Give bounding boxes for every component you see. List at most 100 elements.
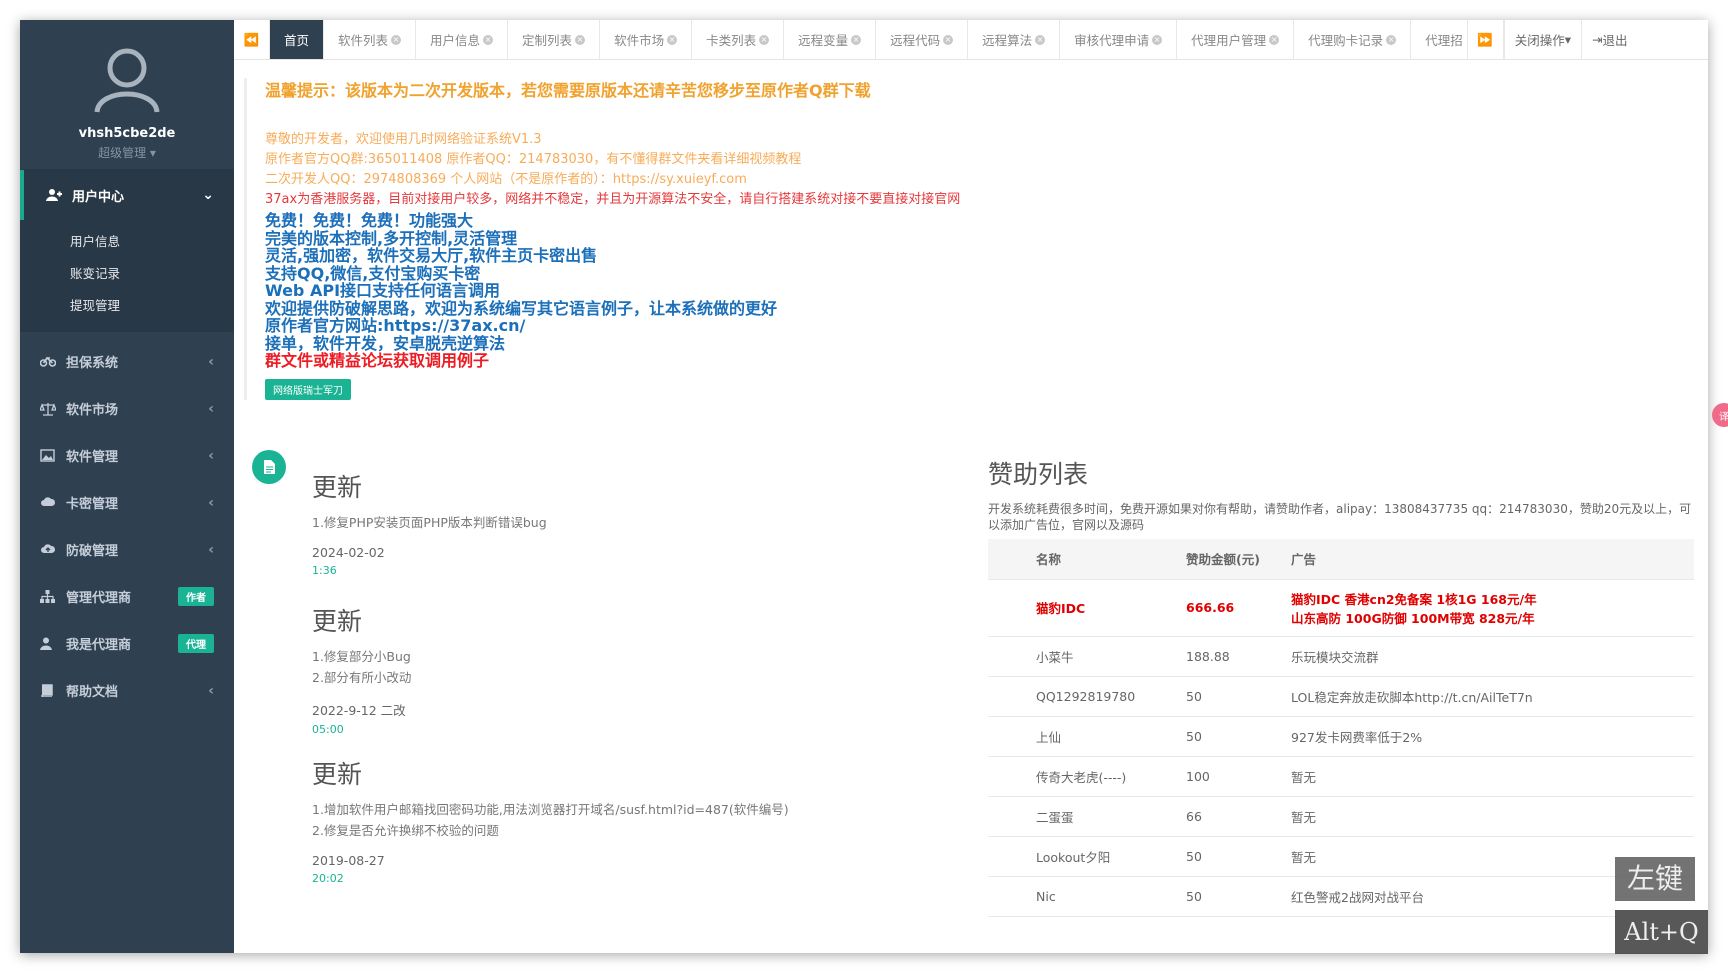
menu-i-am-agent[interactable]: 我是代理商 代理 [20,620,234,667]
close-icon[interactable]: × [1035,34,1046,45]
menu-software-manage[interactable]: 软件管理 ‹ [20,432,234,479]
cell-amount: 50 [1186,716,1291,757]
notice-line: 原作者官方QQ群:365011408 原作者QQ：214783030，有不懂得群… [265,152,802,167]
close-icon[interactable]: × [575,34,586,45]
tab-home[interactable]: 首页 [270,20,325,59]
tab-agent-users[interactable]: 代理用户管理 × [1177,20,1295,59]
feature-line: 接单，软件开发，安卓脱壳逆算法 [265,333,506,353]
tab-agent-recruit[interactable]: 代理招 [1411,20,1468,59]
close-icon[interactable]: × [1152,34,1163,45]
tab-custom-list[interactable]: 定制列表 × [508,20,601,59]
feature-line: Web API接口支持任何语言调用 [265,281,501,300]
close-icon[interactable]: × [1269,34,1280,45]
logout-button[interactable]: ⇥ 退出 [1581,20,1638,59]
tab-remote-code[interactable]: 远程代码 × [876,20,969,59]
entry-date: 2024-02-02 [312,545,385,560]
menu-user-center-label: 用户中心 [72,189,125,205]
sitemap-icon [40,589,58,604]
feature-line: 欢迎提供防破解思路，欢迎为系统编写其它语言例子，让本系统做的更好 [265,298,778,318]
menu-guarantee-label: 担保系统 [66,356,119,371]
tab-agent-card-records[interactable]: 代理购卡记录 × [1294,20,1412,59]
menu-anticrack-label: 防破管理 [66,544,119,559]
tab-software-market[interactable]: 软件市场 × [600,20,693,59]
subitem-withdraw[interactable]: 提现管理 [20,290,234,322]
tab-label: 用户信息 [430,33,481,48]
author-badge: 作者 [178,587,214,606]
entry-time: 05:00 [312,723,344,736]
main-content: 温馨提示：该版本为二次开发版本，若您需要原版本还请辛苦您移步至原作者Q群下载 尊… [234,60,1708,953]
cell-amount: 50 [1186,876,1291,917]
close-ops-dropdown[interactable]: 关闭操作 ▾ [1503,20,1581,59]
close-icon[interactable]: × [851,34,862,45]
book-icon [40,683,58,698]
logout-label: 退出 [1602,33,1628,48]
subitem-user-info[interactable]: 用户信息 [20,226,234,258]
close-icon[interactable]: × [1386,34,1397,45]
double-chevron-left-icon: ⏪ [243,31,260,47]
feature-line: 灵活,强加密，软件交易大厅,软件主页卡密出售 [265,246,598,265]
swiss-knife-button[interactable]: 网络版瑞士军刀 [265,379,351,400]
key-hint-alt-q: Alt+Q [1615,910,1708,954]
table-row: 猫豹IDC 666.66 猫豹IDC 香港cn2免备案 1核1G 168元/年山… [988,579,1694,637]
user-group-icon [46,188,64,202]
user-icon [40,637,58,651]
menu-manage-agents[interactable]: 管理代理商 作者 [20,573,234,620]
chevron-left-icon: ‹ [208,541,214,558]
examples-line: 群文件或精益论坛获取调用例子 [265,351,490,370]
tab-card-types[interactable]: 卡类列表 × [692,20,785,59]
cell-ad: 927发卡网费率低于2% [1291,716,1694,757]
avatar-icon[interactable] [93,48,161,114]
role-dropdown[interactable]: 超级管理 ▾ [20,144,234,161]
cloud-upload-icon [40,543,58,557]
close-icon[interactable]: × [483,34,494,45]
feature-line: 原作者官方网站:https://37ax.cn/ [265,316,526,335]
feature-line: 免费！免费！免费！功能强大 [265,211,474,230]
tab-user-info[interactable]: 用户信息 × [416,20,509,59]
close-icon[interactable]: × [759,34,770,45]
tab-label: 远程代码 [890,33,941,48]
sponsor-description: 开发系统耗费很多时间，免费开源如果对你有帮助，请赞助作者，alipay：1380… [988,502,1692,532]
subitem-account-log[interactable]: 账变记录 [20,258,234,290]
cell-ad: 暂无 [1291,756,1694,797]
menu-software-market[interactable]: 软件市场 ‹ [20,385,234,432]
profile-panel: vhsh5cbe2de 超级管理 ▾ [20,20,234,170]
scroll-tabs-right-button[interactable]: ⏩ [1468,20,1504,59]
close-icon[interactable]: × [391,34,402,45]
table-row: 二蛋蛋 66 暂无 [988,796,1694,837]
table-row: Lookout夕阳 50 暂无 [988,836,1694,877]
chevron-down-icon: ⌄ [202,187,214,203]
ad-line: 猫豹IDC 香港cn2免备案 1核1G 168元/年 [1291,591,1537,607]
chevron-left-icon: ‹ [208,400,214,417]
motorcycle-icon [39,355,58,369]
cell-ad: 暂无 [1291,796,1694,837]
menu-guarantee[interactable]: 担保系统 ‹ [20,338,234,385]
tab-label: 审核代理申请 [1074,33,1150,48]
chevron-left-icon: ‹ [208,447,214,464]
menu-card-manage[interactable]: 卡密管理 ‹ [20,479,234,526]
key-hint-left-click: 左键 [1615,857,1695,901]
tab-agent-review[interactable]: 审核代理申请 × [1060,20,1178,59]
col-ad: 广告 [1291,539,1694,580]
entry-title: 更新 [312,607,363,636]
tab-remote-vars[interactable]: 远程变量 × [784,20,877,59]
tab-label: 代理用户管理 [1191,33,1267,48]
menu-anticrack[interactable]: 防破管理 ‹ [20,526,234,573]
close-icon[interactable]: × [943,34,954,45]
menu-help-docs[interactable]: 帮助文档 ‹ [20,667,234,714]
translate-float-button[interactable]: 译 [1712,403,1728,427]
double-chevron-right-icon: ⏩ [1477,31,1493,47]
tab-remote-algo[interactable]: 远程算法 × [968,20,1061,59]
table-header-row: 名称 赞助金额(元) 广告 [988,539,1694,580]
caret-down-icon: ▾ [1564,32,1571,47]
close-icon[interactable]: × [667,34,678,45]
entry-title: 更新 [312,473,363,502]
username: vhsh5cbe2de [78,126,176,141]
timeline-entry: 更新 1.修复PHP安装页面PHP版本判断错误bug 2024-02-02 1:… [312,468,547,577]
table-row: 传奇大老虎(----) 100 暂无 [988,756,1694,797]
tab-software-list[interactable]: 软件列表 × [324,20,417,59]
feature-line: 完美的版本控制,多开控制,灵活管理 [265,228,518,248]
scroll-tabs-left-button[interactable]: ⏪ [234,20,270,59]
col-amount: 赞助金额(元) [1186,539,1291,580]
menu-user-center[interactable]: 用户中心 ⌄ [20,170,234,220]
cell-name: 小菜牛 [988,636,1186,677]
